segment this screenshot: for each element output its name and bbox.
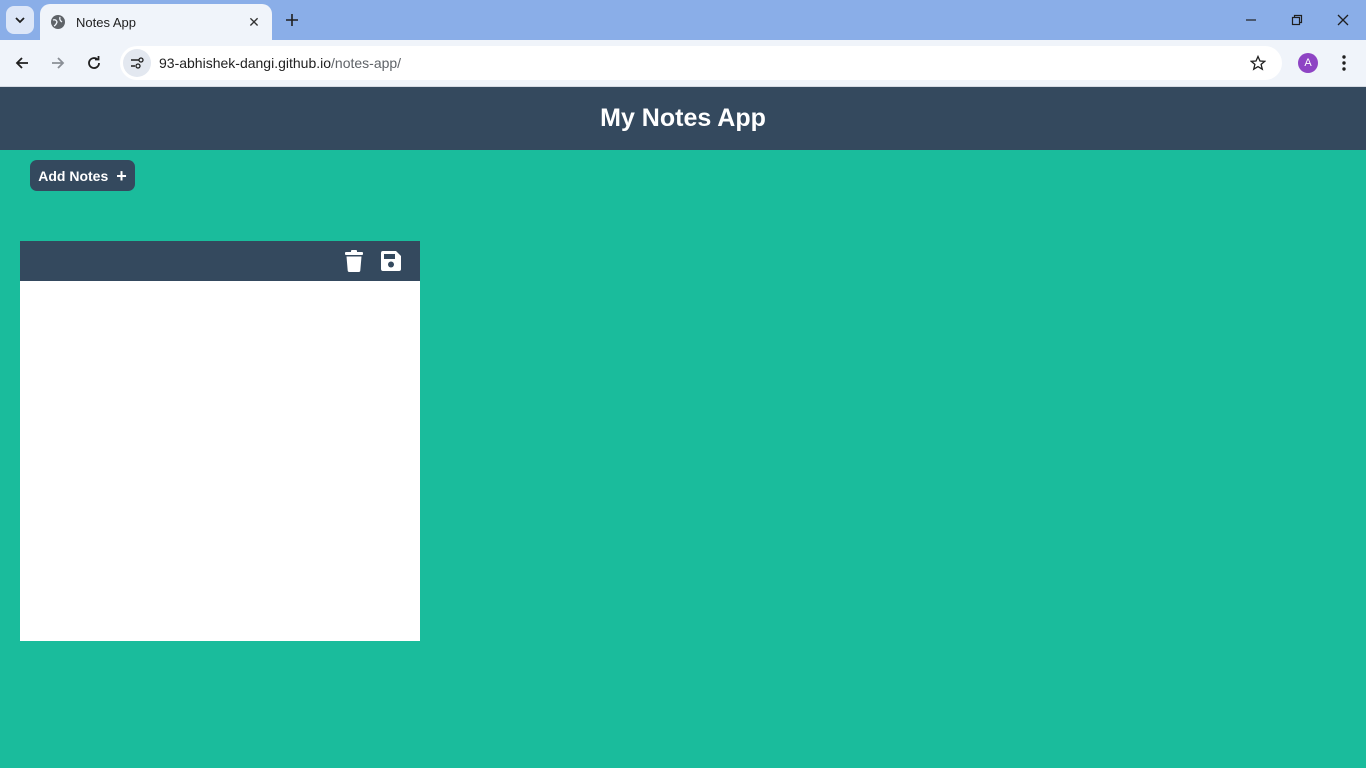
reload-button[interactable] [80,49,108,77]
address-bar[interactable]: 93-abhishek-dangi.github.io/notes-app/ [120,46,1282,80]
minimize-icon [1246,19,1256,21]
url-text: 93-abhishek-dangi.github.io/notes-app/ [159,55,401,71]
new-tab-button[interactable] [282,10,302,30]
tab-title: Notes App [76,14,136,30]
add-notes-button[interactable]: Add Notes + [30,160,135,191]
profile-avatar[interactable]: A [1298,53,1318,73]
url-host: 93-abhishek-dangi.github.io [159,55,332,71]
save-icon[interactable] [379,249,403,273]
chevron-down-icon [15,17,25,24]
plus-icon [286,14,298,26]
tune-icon [131,57,144,69]
url-path: /notes-app/ [331,55,402,71]
site-info-button[interactable] [123,49,151,77]
browser-toolbar: 93-abhishek-dangi.github.io/notes-app/ A [0,40,1366,87]
close-icon [1337,14,1349,26]
globe-icon [50,14,66,30]
back-button[interactable] [8,49,36,77]
star-icon [1250,55,1266,71]
trash-icon[interactable] [342,249,366,273]
note-card [20,241,420,641]
browser-tab-bar: Notes App ✕ [0,0,1366,40]
minimize-button[interactable] [1239,8,1263,32]
arrow-right-icon [52,57,65,69]
note-textarea[interactable] [20,281,420,641]
reload-icon [88,56,100,69]
restore-icon [1291,14,1303,26]
more-vert-icon [1342,55,1346,71]
forward-button[interactable] [44,49,72,77]
close-window-button[interactable] [1331,8,1355,32]
restore-button[interactable] [1285,8,1309,32]
bookmark-button[interactable] [1248,53,1268,73]
page-title: My Notes App [600,104,766,132]
browser-menu-button[interactable] [1334,53,1354,73]
close-tab-icon[interactable]: ✕ [246,14,262,30]
plus-icon: + [116,165,127,186]
arrow-left-icon [15,57,28,69]
add-notes-label: Add Notes [38,167,109,184]
browser-tab[interactable]: Notes App ✕ [40,4,272,40]
tab-search-button[interactable] [6,6,34,34]
app-header: My Notes App [0,87,1366,150]
note-toolbar [20,241,420,281]
